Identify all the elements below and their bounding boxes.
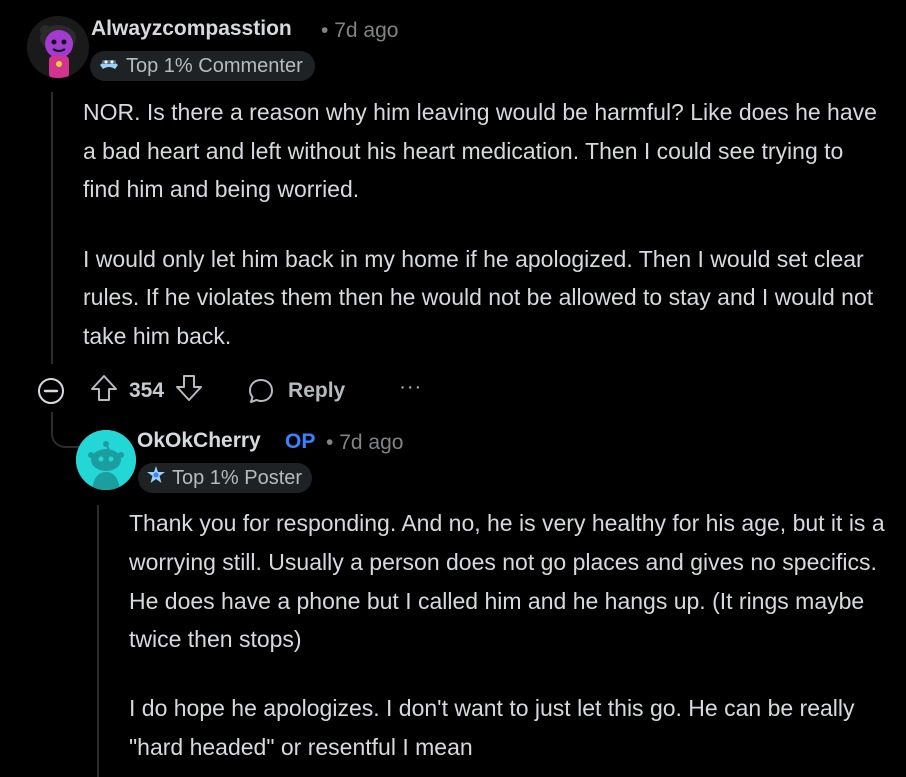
thread-connector — [51, 412, 83, 448]
flair-text: Top 1% Commenter — [126, 54, 303, 77]
thread-line[interactable] — [97, 505, 99, 777]
flair-text: Top 1% Poster — [172, 466, 303, 489]
reply-label: Reply — [288, 379, 346, 402]
comment-timestamp: • 7d ago — [326, 431, 403, 455]
downvote-arrow-icon — [176, 375, 203, 401]
time-ago: 7d ago — [334, 19, 399, 42]
avatar[interactable] — [76, 430, 136, 490]
commenter-badge-icon — [98, 54, 120, 78]
avatar-image — [76, 430, 136, 490]
upvote-arrow-icon — [91, 375, 117, 401]
comment-timestamp: • 7d ago — [321, 19, 398, 43]
poster-badge-icon — [146, 465, 166, 491]
op-tag: OP — [285, 430, 316, 453]
time-ago: 7d ago — [339, 431, 404, 454]
collapse-minus-icon — [38, 378, 64, 404]
comment-body: Thank you for responding. And no, he is … — [129, 504, 889, 767]
downvote-button[interactable] — [174, 373, 204, 409]
comment-action-bar: 354 Reply ··· — [37, 372, 422, 410]
comment-paragraph: I would only let him back in my home if … — [83, 245, 874, 349]
thread-line[interactable] — [51, 92, 53, 364]
collapse-button[interactable] — [37, 377, 65, 405]
comment-author[interactable]: Alwayzcompasstion — [91, 17, 292, 41]
comment-body: NOR. Is there a reason why him leaving w… — [83, 93, 883, 355]
user-flair-badge: Top 1% Commenter — [90, 51, 315, 81]
more-options-button[interactable]: ··· — [399, 377, 422, 405]
meta-separator: • — [321, 19, 329, 42]
meta-separator: • — [326, 431, 334, 454]
user-flair-badge: Top 1% Poster — [138, 463, 313, 493]
comment-paragraph: I do hope he apologizes. I don't want to… — [129, 695, 855, 760]
reply-button[interactable]: Reply — [246, 376, 345, 406]
vote-score: 354 — [129, 379, 165, 402]
comment-paragraph: Thank you for responding. And no, he is … — [129, 510, 885, 653]
vote-controls: 354 — [89, 373, 204, 409]
avatar-image — [27, 16, 89, 78]
comment-paragraph: NOR. Is there a reason why him leaving w… — [83, 99, 877, 202]
avatar[interactable] — [27, 16, 89, 78]
upvote-button[interactable] — [89, 373, 119, 409]
speech-bubble-icon — [249, 379, 274, 403]
comment-author[interactable]: OkOkCherry — [137, 429, 261, 453]
